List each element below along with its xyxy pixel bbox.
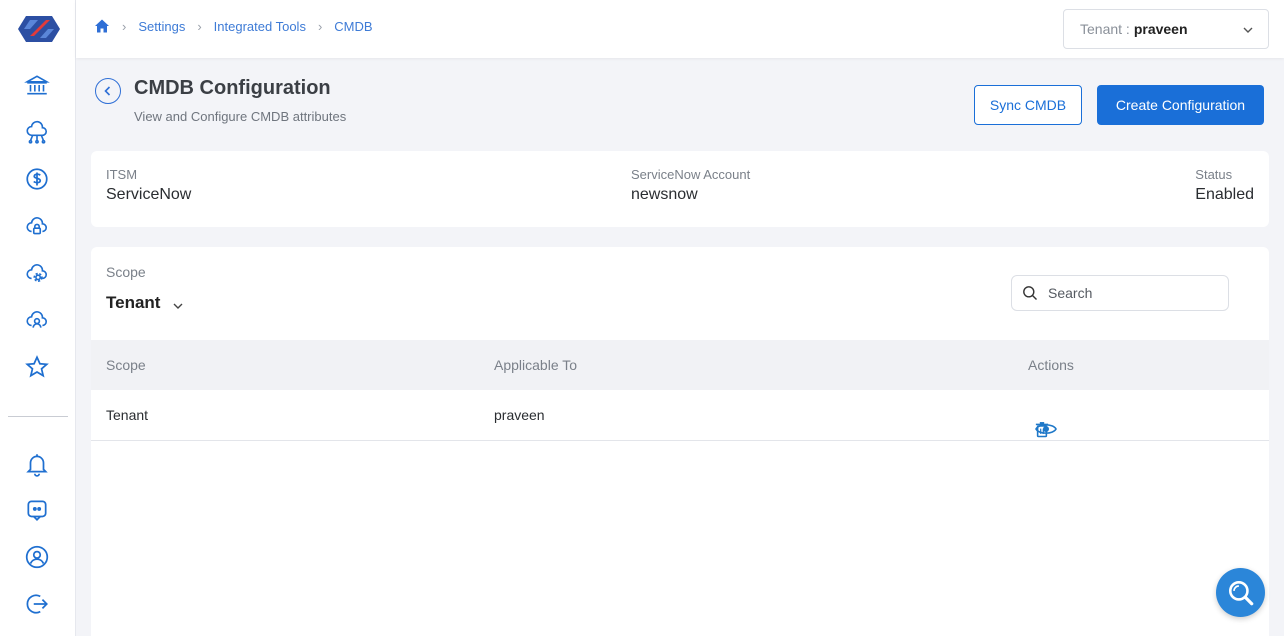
cloud-user-icon[interactable] <box>22 305 52 335</box>
row-scope: Tenant <box>106 407 149 423</box>
create-configuration-button[interactable]: Create Configuration <box>1097 85 1264 125</box>
home-icon[interactable] <box>94 18 110 34</box>
top-header: › Settings › Integrated Tools › CMDB Ten… <box>76 0 1284 58</box>
search-icon <box>1228 580 1253 605</box>
chevron-left-icon <box>104 86 111 96</box>
itsm-value: ServiceNow <box>106 186 192 203</box>
scope-filter-dropdown[interactable]: Tenant <box>106 293 184 313</box>
logout-icon[interactable] <box>22 589 52 619</box>
breadcrumb-separator: › <box>122 18 127 34</box>
help-search-button[interactable] <box>1216 568 1265 617</box>
status-label: Status <box>1195 167 1233 182</box>
breadcrumb: › Settings › Integrated Tools › CMDB <box>94 16 373 36</box>
tenant-selector[interactable]: Tenant : praveen <box>1063 9 1269 49</box>
status-info: Status Enabled <box>1195 167 1254 204</box>
tenant-selector-label: Tenant : <box>1080 21 1130 37</box>
app-logo[interactable] <box>16 14 62 44</box>
cloud-network-icon[interactable] <box>22 117 52 147</box>
chevron-down-icon <box>172 297 184 309</box>
row-applicable-to: praveen <box>494 407 545 423</box>
chevron-down-icon <box>1242 23 1254 35</box>
back-button[interactable] <box>95 78 121 104</box>
search-icon <box>1023 286 1037 300</box>
breadcrumb-separator: › <box>317 18 323 34</box>
chat-icon[interactable] <box>22 495 52 525</box>
breadcrumb-settings[interactable]: Settings <box>138 19 185 34</box>
scope-filter-label: Scope <box>106 264 146 280</box>
sidebar <box>0 0 76 636</box>
breadcrumb-separator: › <box>197 18 202 34</box>
page-title: CMDB Configuration <box>134 77 331 99</box>
column-header-scope: Scope <box>106 357 146 373</box>
account-value: newsnow <box>631 186 698 203</box>
sync-cmdb-button[interactable]: Sync CMDB <box>974 85 1082 125</box>
status-value: Enabled <box>1195 186 1254 203</box>
integration-info-card: ITSM ServiceNow ServiceNow Account newsn… <box>91 151 1269 227</box>
search-input[interactable] <box>1048 285 1218 301</box>
scope-filter-value: Tenant <box>106 293 161 312</box>
configurations-card: Scope Tenant Scope Applicable To Actions… <box>91 247 1269 636</box>
star-icon[interactable] <box>22 352 52 382</box>
column-header-actions: Actions <box>1028 357 1074 373</box>
bank-icon[interactable] <box>22 70 52 100</box>
breadcrumb-integrated-tools[interactable]: Integrated Tools <box>214 19 306 34</box>
cloud-gear-icon[interactable] <box>22 258 52 288</box>
itsm-info: ITSM ServiceNow <box>106 167 191 204</box>
page-subtitle: View and Configure CMDB attributes <box>134 109 347 124</box>
cloud-lock-icon[interactable] <box>22 211 52 241</box>
tenant-selector-value: praveen <box>1133 21 1188 37</box>
itsm-label: ITSM <box>106 167 138 182</box>
account-info: ServiceNow Account newsnow <box>631 167 750 204</box>
dollar-icon[interactable] <box>22 164 52 194</box>
user-circle-icon[interactable] <box>22 542 52 572</box>
bell-icon[interactable] <box>22 449 52 479</box>
breadcrumb-cmdb[interactable]: CMDB <box>334 19 372 34</box>
table-row: Tenant praveen <box>91 390 1269 441</box>
sidebar-divider <box>8 416 68 417</box>
search-box[interactable] <box>1011 275 1229 311</box>
delete-icon[interactable] <box>1035 421 1049 438</box>
table-header: Scope Applicable To Actions <box>91 340 1269 390</box>
account-label: ServiceNow Account <box>631 167 751 182</box>
column-header-applicable-to: Applicable To <box>494 357 578 373</box>
